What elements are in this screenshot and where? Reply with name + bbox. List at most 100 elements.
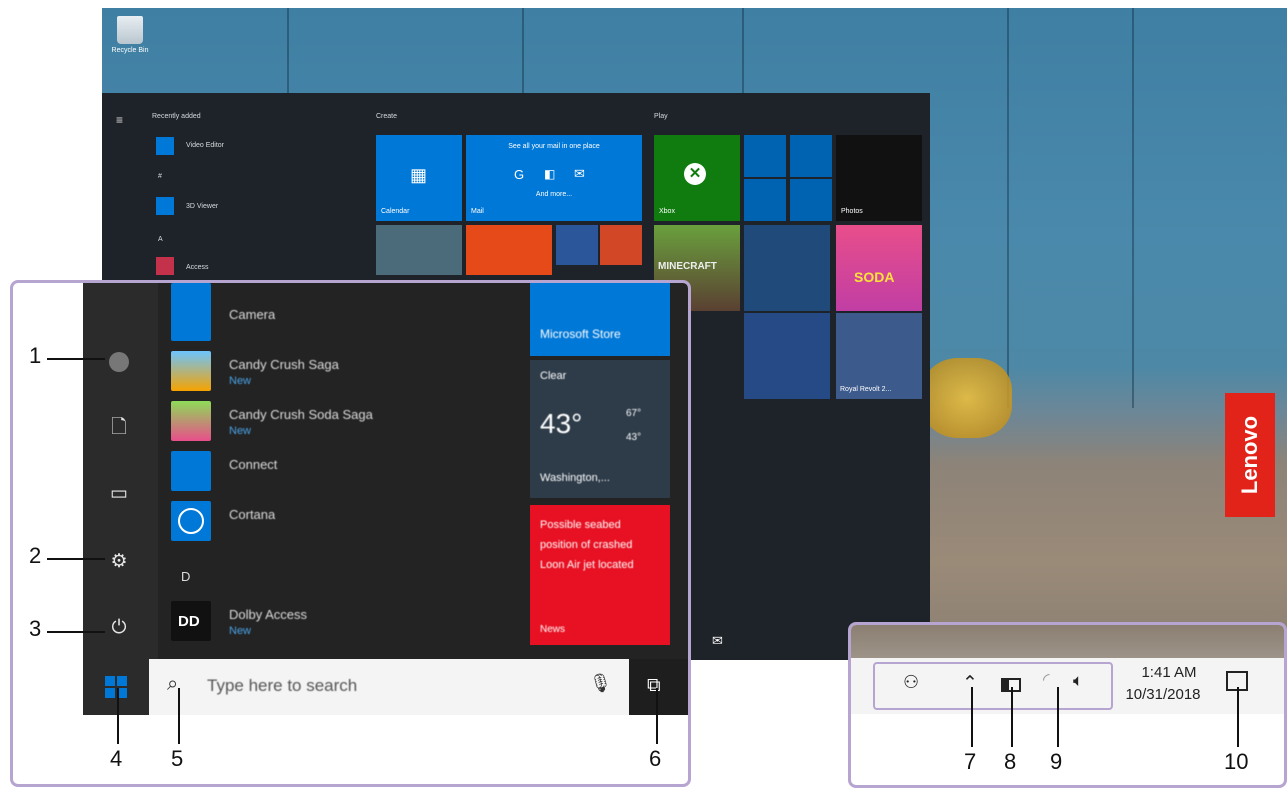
microphone-icon[interactable]: 🎙 (589, 673, 612, 694)
clock-date[interactable]: 10/31/2018 (1113, 686, 1213, 703)
calendar-tile[interactable]: ▦ Calendar (376, 135, 462, 221)
office-tile[interactable] (466, 225, 552, 275)
camera-app-icon (171, 301, 211, 341)
3d-viewer-icon (156, 197, 174, 215)
taskbar-zoomed: ⌕ Type here to search 🎙 ⧉ (83, 659, 688, 715)
callout-leader (656, 688, 658, 744)
toy-figure-blur (922, 358, 1012, 438)
calculator-tile[interactable] (744, 179, 786, 221)
callout-3: 3 (29, 616, 42, 641)
app-name-video-editor[interactable]: Video Editor (186, 142, 224, 149)
camera-small-tile[interactable] (790, 179, 832, 221)
dolby-icon: DD (171, 601, 211, 641)
account-icon[interactable] (106, 349, 132, 375)
word-tile[interactable] (556, 225, 598, 265)
xbox-tile[interactable]: ✕ Xbox (654, 135, 740, 221)
letter-a[interactable]: A (158, 236, 163, 243)
callout-leader (1011, 687, 1013, 747)
app-name-access[interactable]: Access (186, 264, 209, 271)
callout-2: 2 (29, 543, 42, 568)
wood-plank-line (1132, 8, 1134, 408)
groove-tile[interactable] (790, 135, 832, 177)
search-input[interactable]: Type here to search (207, 676, 357, 696)
task-view-button[interactable]: ⧉ (629, 659, 688, 715)
callout-leader (117, 688, 119, 744)
callout-1: 1 (29, 343, 42, 368)
g5-game-tile[interactable] (744, 313, 830, 399)
connect-icon (171, 451, 211, 491)
documents-icon[interactable]: 🗋 (106, 415, 132, 441)
letter-d[interactable]: D (181, 569, 190, 584)
candy-soda-tile[interactable]: SODA (836, 225, 922, 311)
list-item-connect[interactable]: Connect (171, 451, 481, 491)
callout-4: 4 (110, 746, 123, 771)
power-icon[interactable]: ⏻ (106, 615, 132, 641)
callout-6: 6 (649, 746, 662, 771)
group-create-label: Create (376, 113, 398, 120)
recently-added-label: Recently added (152, 113, 201, 120)
recycle-bin-icon[interactable]: Recycle Bin (110, 16, 150, 66)
calendar-icon: ▦ (410, 165, 428, 185)
callout-leader (47, 358, 105, 360)
news-tile[interactable]: Possible seabed position of crashed Loon… (530, 505, 670, 645)
callout-10: 10 (1224, 749, 1249, 774)
search-box[interactable]: ⌕ Type here to search 🎙 (149, 659, 629, 715)
movies-tile[interactable] (744, 135, 786, 177)
app-name-3d-viewer[interactable]: 3D Viewer (186, 203, 218, 210)
start-rail: 🗋 ▭ ⚙ ⏻ (83, 283, 158, 659)
list-item-candy-crush-soda[interactable]: Candy Crush Soda Saga New (171, 401, 481, 441)
callout-leader (1057, 687, 1059, 747)
list-item-candy-crush-saga[interactable]: Candy Crush Saga New (171, 351, 481, 391)
xbox-icon: ✕ (684, 163, 706, 185)
callout-8: 8 (1004, 749, 1017, 774)
photos-tile[interactable]: Photos (836, 135, 922, 221)
callout-5: 5 (171, 746, 184, 771)
group-play-label: Play (654, 113, 668, 120)
solitaire-tile[interactable] (744, 225, 830, 311)
callout-leader (1237, 687, 1239, 747)
settings-gear-icon[interactable]: ⚙ (106, 549, 132, 575)
clock-time[interactable]: 1:41 AM (1128, 664, 1210, 681)
powerpoint-tile[interactable] (600, 225, 642, 265)
callout-9: 9 (1050, 749, 1063, 774)
windows-logo-icon (105, 676, 127, 698)
cortana-icon (171, 501, 211, 541)
weather-tile[interactable]: Clear 43° 67° 43° Washington,... (530, 360, 670, 498)
start-button[interactable] (83, 659, 149, 715)
letter-hash[interactable]: # (158, 173, 162, 180)
callout-leader (47, 558, 105, 560)
desktop-strip (851, 625, 1284, 658)
callout-leader (178, 688, 180, 744)
list-item-camera[interactable]: Camera (171, 301, 481, 341)
outlook-icon: ◧ (544, 167, 556, 181)
wood-plank-line (1007, 8, 1009, 408)
system-tray-zoom-callout: ⚇ ⌃ ◜ 🔈︎ 1:41 AM 10/31/2018 7 8 9 10 (848, 622, 1287, 788)
search-icon: ⌕ (167, 673, 179, 695)
pictures-icon[interactable]: ▭ (106, 481, 132, 507)
taskbar-tray: ⚇ ⌃ ◜ 🔈︎ 1:41 AM 10/31/2018 (851, 658, 1284, 714)
start-menu-zoom-callout: 🗋 ▭ ⚙ ⏻ Camera Candy Crush Saga New Cand… (10, 280, 691, 787)
hamburger-icon[interactable]: ≡ (116, 113, 123, 127)
list-item-dolby-access[interactable]: DD Dolby Access New (171, 601, 481, 641)
people-icon[interactable]: ⚇ (903, 672, 919, 693)
callout-leader (971, 687, 973, 747)
mail-envelope-icon: ✉ (574, 166, 585, 181)
candy-crush-icon (171, 351, 211, 391)
volume-icon[interactable]: 🔈︎ (1073, 671, 1083, 691)
list-item-cortana[interactable]: Cortana (171, 501, 481, 541)
access-icon (156, 257, 174, 275)
google-icon: G (514, 167, 525, 182)
start-menu-zoomed: 🗋 ▭ ⚙ ⏻ Camera Candy Crush Saga New Cand… (83, 283, 688, 659)
royal-revolt-tile[interactable]: Royal Revolt 2... (836, 313, 922, 399)
mail-tile[interactable]: See all your mail in one place G ◧ ✉ And… (466, 135, 642, 221)
microsoft-store-tile[interactable]: Microsoft Store (530, 283, 670, 356)
wifi-icon[interactable]: ◜ (1043, 670, 1050, 690)
candy-soda-icon (171, 401, 211, 441)
paint3d-tile[interactable] (376, 225, 462, 275)
video-editor-icon (156, 137, 174, 155)
callout-7: 7 (964, 749, 977, 774)
callout-leader (47, 631, 105, 633)
show-hidden-icons-chevron-icon[interactable]: ⌃ (962, 672, 978, 695)
lenovo-logo: Lenovo (1225, 393, 1275, 517)
mail-taskbar-icon[interactable]: ✉ (712, 633, 723, 649)
